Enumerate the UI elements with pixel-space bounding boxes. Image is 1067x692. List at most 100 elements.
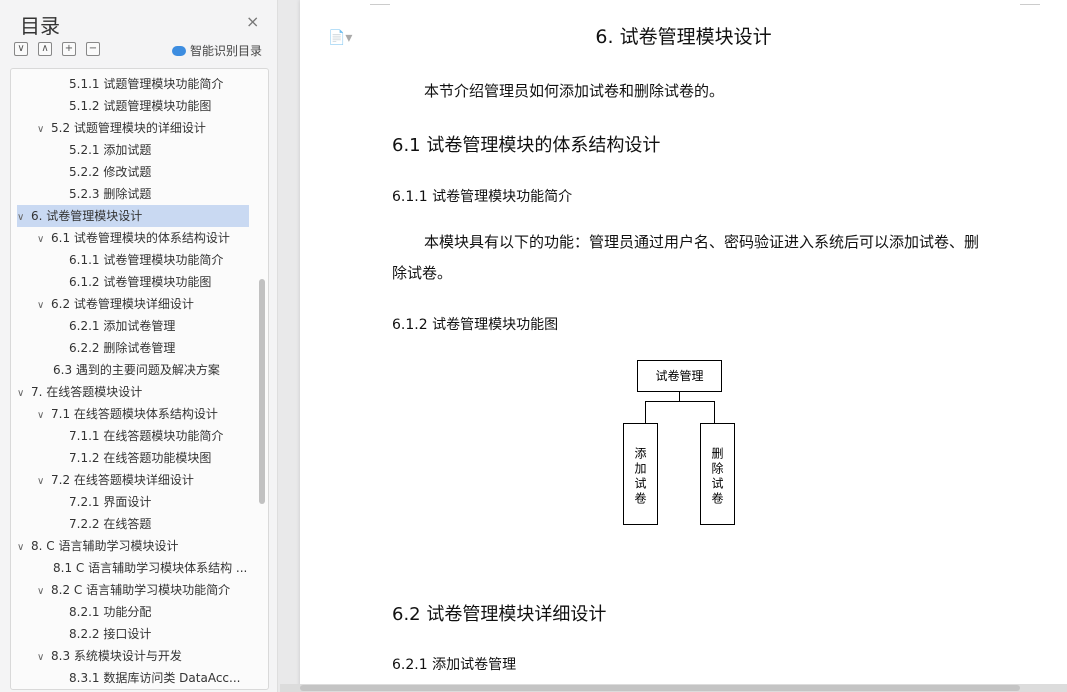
toc-item-label: 6.2 试卷管理模块详细设计: [51, 297, 194, 311]
diagram-connector: [679, 391, 680, 401]
toc-item[interactable]: 8.2.2 接口设计: [69, 623, 249, 645]
diagram-connector: [645, 401, 715, 402]
page-corner-mark: [1020, 4, 1040, 5]
toc-item[interactable]: 7.2.1 界面设计: [69, 491, 249, 513]
toc-item[interactable]: 8.1 C 语言辅助学习模块体系结构 ...: [53, 557, 249, 579]
toc-item-label: 6.1.1 试卷管理模块功能简介: [69, 253, 224, 267]
heading-6-2-1: 6.2.1 添加试卷管理: [392, 657, 517, 673]
close-icon[interactable]: ×: [246, 12, 259, 32]
toc-item[interactable]: ∨ 8. C 语言辅助学习模块设计: [17, 535, 249, 557]
page-corner-mark: [370, 4, 390, 5]
toc-item-label: 8.2.1 功能分配: [69, 605, 152, 619]
toc-item-label: 5.2.3 删除试题: [69, 187, 152, 201]
toc-item-label: 7.2.2 在线答题: [69, 517, 152, 531]
diagram-connector: [714, 401, 715, 423]
toc-item-label: 8. C 语言辅助学习模块设计: [31, 539, 179, 553]
toc-item-label: 6.1.2 试卷管理模块功能图: [69, 275, 212, 289]
toc-item-label: 5.1.1 试题管理模块功能简介: [69, 77, 224, 91]
toc-scrollbar[interactable]: [259, 279, 265, 504]
document-page: 📄▾ 6. 试卷管理模块设计 本节介绍管理员如何添加试卷和删除试卷的。 6.1 …: [300, 0, 1067, 692]
toc-sidebar: 目录 × ∨ ∧ + − 智能识别目录 5.1.1 试题管理模块功能简介 5.1.…: [0, 0, 278, 692]
toc-item-label: 5.2.1 添加试题: [69, 143, 152, 157]
heading-6-1: 6.1 试卷管理模块的体系结构设计: [392, 135, 661, 156]
toc-item[interactable]: 8.2.1 功能分配: [69, 601, 249, 623]
toc-item-label: 6.2.2 删除试卷管理: [69, 341, 176, 355]
toc-item-label: 8.3 系统模块设计与开发: [51, 649, 182, 663]
diagram-right-node: 删除试卷: [700, 423, 735, 525]
toc-item[interactable]: 5.2.3 删除试题: [69, 183, 249, 205]
intro-paragraph: 本节介绍管理员如何添加试卷和删除试卷的。: [424, 82, 725, 100]
chevron-down-icon[interactable]: ∨: [17, 383, 31, 403]
toc-item[interactable]: 7.1.2 在线答题功能模块图: [69, 447, 249, 469]
chevron-down-icon[interactable]: ∨: [37, 581, 51, 601]
toc-item-label: 6. 试卷管理模块设计: [31, 209, 143, 223]
function-paragraph-line1: 本模块具有以下的功能：管理员通过用户名、密码验证进入系统后可以添加试卷、删: [424, 233, 980, 251]
heading-6-1-2: 6.1.2 试卷管理模块功能图: [392, 317, 559, 333]
chevron-down-icon[interactable]: ∨: [37, 647, 51, 667]
toc-panel: 5.1.1 试题管理模块功能简介 5.1.2 试题管理模块功能图 ∨ 5.2 试题管理…: [10, 68, 269, 690]
toc-item[interactable]: ∨ 6.2 试卷管理模块详细设计: [37, 293, 249, 315]
chevron-down-icon[interactable]: ∨: [37, 229, 51, 249]
chevron-down-icon[interactable]: ∨: [37, 295, 51, 315]
expand-all-button[interactable]: ∧: [38, 42, 52, 56]
toc-item[interactable]: 5.1.2 试题管理模块功能图: [69, 95, 249, 117]
toc-item[interactable]: ∨ 7. 在线答题模块设计: [17, 381, 249, 403]
toc-item-label: 7.2.1 界面设计: [69, 495, 152, 509]
toc-item[interactable]: 5.2.2 修改试题: [69, 161, 249, 183]
diagram-left-node: 添加试卷: [623, 423, 658, 525]
toc-item[interactable]: ∨ 7.2 在线答题模块详细设计: [37, 469, 249, 491]
toc-item[interactable]: 6.1.1 试卷管理模块功能简介: [69, 249, 249, 271]
horizontal-scroll-thumb[interactable]: [300, 685, 1020, 691]
chapter-title: 6. 试卷管理模块设计: [595, 26, 772, 48]
toc-item-label: 7.1 在线答题模块体系结构设计: [51, 407, 218, 421]
toc-item-label: 5.2.2 修改试题: [69, 165, 152, 179]
toc-item[interactable]: ∨ 8.2 C 语言辅助学习模块功能简介: [37, 579, 249, 601]
toc-item[interactable]: ∨ 5.2 试题管理模块的详细设计: [37, 117, 249, 139]
toc-item-label: 8.1 C 语言辅助学习模块体系结构 ...: [53, 561, 248, 575]
heading-6-1-1: 6.1.1 试卷管理模块功能简介: [392, 189, 573, 205]
toc-item-label: 6.3 遇到的主要问题及解决方案: [53, 363, 220, 377]
toc-title: 目录: [20, 14, 60, 38]
chevron-down-icon[interactable]: ∨: [37, 405, 51, 425]
cloud-icon: [172, 45, 186, 56]
toc-item-label: 8.2 C 语言辅助学习模块功能简介: [51, 583, 231, 597]
toc-item-label: 7.1.1 在线答题模块功能简介: [69, 429, 224, 443]
toc-item[interactable]: 5.2.1 添加试题: [69, 139, 249, 161]
toc-item[interactable]: ∨ 7.1 在线答题模块体系结构设计: [37, 403, 249, 425]
chevron-down-icon[interactable]: ∨: [17, 537, 31, 557]
toc-item-label: 8.3.1 数据库访问类 DataAcc...: [69, 671, 241, 685]
toc-item-label: 5.2 试题管理模块的详细设计: [51, 121, 206, 135]
toc-item-label: 6.2.1 添加试卷管理: [69, 319, 176, 333]
toc-item[interactable]: 6.2.2 删除试卷管理: [69, 337, 249, 359]
collapse-all-button[interactable]: ∨: [14, 42, 28, 56]
diagram-root-node: 试卷管理: [637, 360, 722, 392]
toc-item[interactable]: ∨ 6.1 试卷管理模块的体系结构设计: [37, 227, 249, 249]
add-heading-button[interactable]: +: [62, 42, 76, 56]
smart-toc-button[interactable]: 智能识别目录: [172, 42, 262, 59]
chevron-down-icon[interactable]: ∨: [37, 471, 51, 491]
toc-item-label: 7.2 在线答题模块详细设计: [51, 473, 194, 487]
toc-item-label: 7. 在线答题模块设计: [31, 385, 143, 399]
function-paragraph-line2: 除试卷。: [392, 264, 453, 282]
toc-item[interactable]: 7.2.2 在线答题: [69, 513, 249, 535]
toc-item[interactable]: ∨ 6. 试卷管理模块设计: [17, 205, 249, 227]
toc-item-label: 8.2.2 接口设计: [69, 627, 152, 641]
chevron-down-icon[interactable]: ∨: [37, 119, 51, 139]
smart-toc-label: 智能识别目录: [190, 44, 263, 58]
toc-item-label: 6.1 试卷管理模块的体系结构设计: [51, 231, 230, 245]
remove-heading-button[interactable]: −: [86, 42, 100, 56]
toc-item-label: 7.1.2 在线答题功能模块图: [69, 451, 212, 465]
toc-item[interactable]: 8.3.1 数据库访问类 DataAcc...: [69, 667, 249, 689]
toc-item[interactable]: 6.3 遇到的主要问题及解决方案: [53, 359, 249, 381]
toc-item[interactable]: 6.1.2 试卷管理模块功能图: [69, 271, 249, 293]
heading-6-2: 6.2 试卷管理模块详细设计: [392, 604, 607, 625]
chevron-down-icon[interactable]: ∨: [17, 207, 31, 227]
toc-item[interactable]: 7.1.1 在线答题模块功能简介: [69, 425, 249, 447]
diagram-connector: [645, 401, 646, 423]
toc-item[interactable]: 5.1.1 试题管理模块功能简介: [69, 73, 249, 95]
toc-item[interactable]: ∨ 8.3 系统模块设计与开发: [37, 645, 249, 667]
horizontal-scrollbar[interactable]: [280, 684, 1067, 692]
toc-item-label: 5.1.2 试题管理模块功能图: [69, 99, 212, 113]
toc-item[interactable]: 6.2.1 添加试卷管理: [69, 315, 249, 337]
toc-toolbar: ∨ ∧ + −: [14, 42, 100, 56]
